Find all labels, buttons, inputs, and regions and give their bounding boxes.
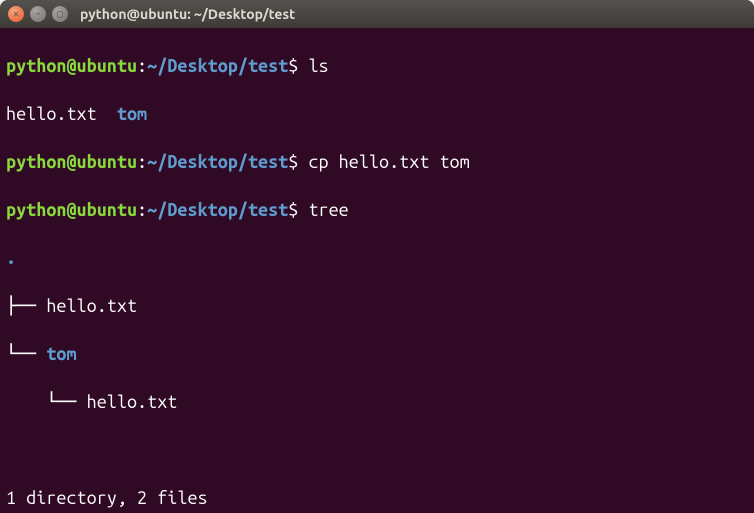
window-title: python@ubuntu: ~/Desktop/test (80, 2, 295, 26)
titlebar: ✕ – ▢ python@ubuntu: ~/Desktop/test (0, 0, 754, 28)
tree-summary: 1 directory, 2 files (6, 486, 748, 510)
command: tree (298, 200, 348, 220)
prompt-line: python@ubuntu:~/Desktop/test$ ls (6, 54, 748, 78)
command: ls (298, 56, 328, 76)
prompt-line: python@ubuntu:~/Desktop/test$ cp hello.t… (6, 150, 748, 174)
command: cp hello.txt tom (298, 152, 469, 172)
terminal-output[interactable]: python@ubuntu:~/Desktop/test$ ls hello.t… (0, 28, 754, 513)
tree-root: . (6, 246, 748, 270)
close-icon[interactable]: ✕ (8, 6, 24, 22)
output-line: hello.txt tom (6, 102, 748, 126)
prompt-line: python@ubuntu:~/Desktop/test$ tree (6, 198, 748, 222)
dir-name: tom (117, 104, 147, 124)
tree-line: ├── hello.txt (6, 294, 748, 318)
prompt-user: python@ubuntu (6, 56, 137, 76)
maximize-icon[interactable]: ▢ (52, 6, 68, 22)
window-controls: ✕ – ▢ (8, 6, 68, 22)
terminal-window: ✕ – ▢ python@ubuntu: ~/Desktop/test pyth… (0, 0, 754, 513)
tree-line: └── tom (6, 342, 748, 366)
prompt-path: ~/Desktop/test (147, 56, 288, 76)
minimize-icon[interactable]: – (30, 6, 46, 22)
blank-line (6, 438, 748, 462)
tree-line: └── hello.txt (6, 390, 748, 414)
